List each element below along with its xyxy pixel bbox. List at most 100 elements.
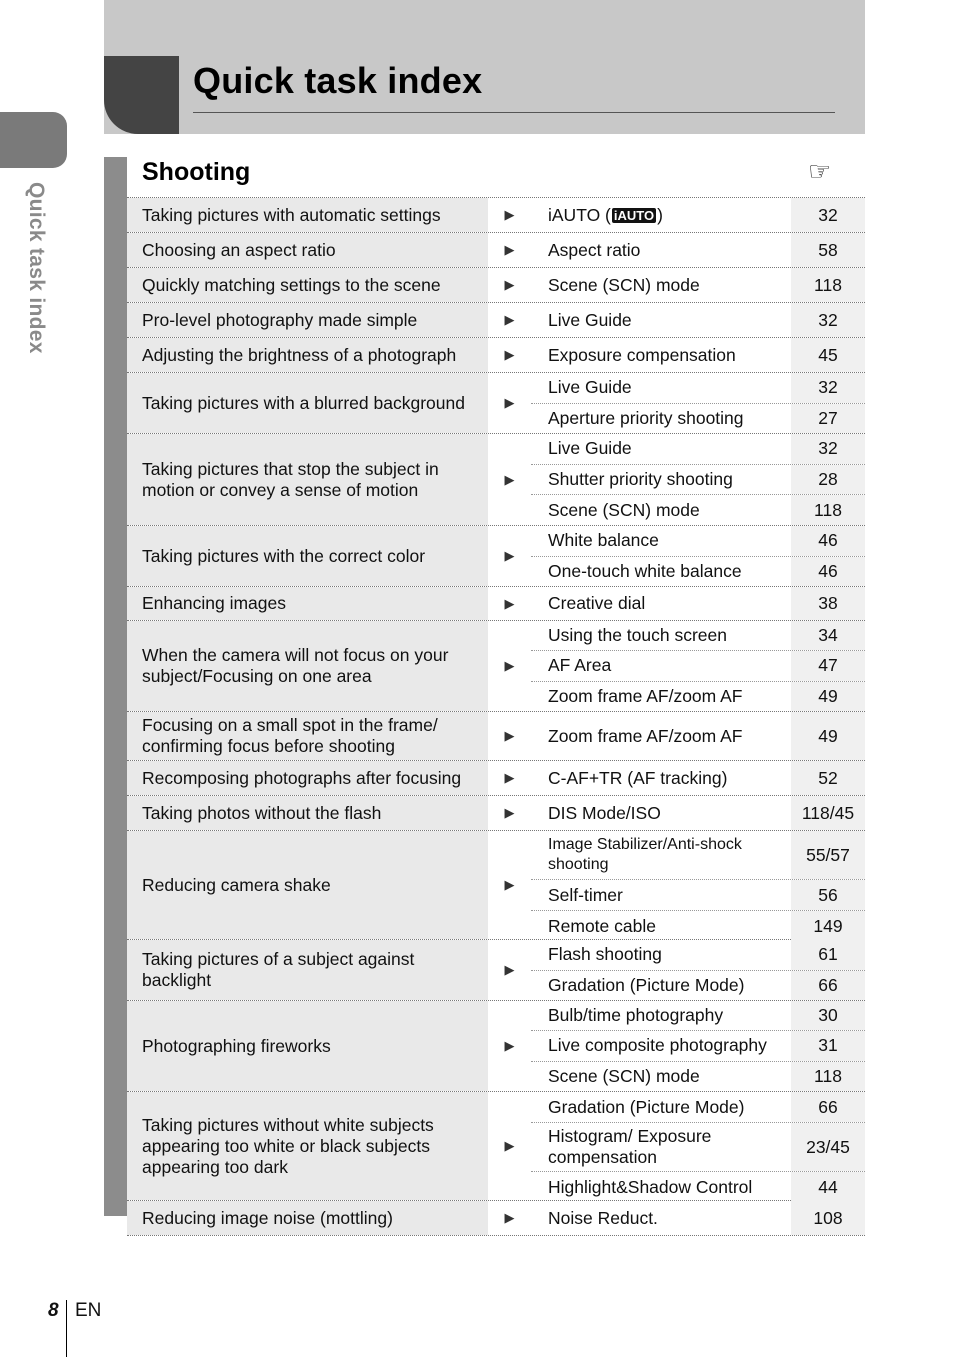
reference-item[interactable]: Flash shooting 61 [531, 940, 865, 970]
page-reference[interactable]: 49 [791, 712, 865, 760]
reference-list: Creative dial 38 [531, 587, 865, 620]
page-reference[interactable]: 46 [791, 526, 865, 556]
reference-list: Live Guide 32 Aperture priority shooting 27 [531, 373, 865, 433]
page-reference[interactable]: 118 [791, 1061, 865, 1091]
task-row: Adjusting the brightness of a photograph… [127, 337, 865, 372]
reference-item[interactable]: Noise Reduct. 108 [531, 1201, 865, 1235]
page-reference[interactable]: 55/57 [791, 831, 865, 879]
reference-text: Histogram/ Exposure compensation [548, 1126, 712, 1167]
reference-label: Scene (SCN) mode [531, 1062, 791, 1091]
page-reference[interactable]: 32 [791, 373, 865, 403]
page-reference[interactable]: 58 [791, 233, 865, 267]
reference-item[interactable]: Using the touch screen 34 [531, 621, 865, 651]
reference-text: One-touch white balance [548, 560, 742, 581]
page-reference[interactable]: 32 [791, 303, 865, 337]
task-description: Adjusting the brightness of a photograph [127, 338, 488, 372]
reference-label: DIS Mode/ISO [531, 796, 791, 830]
reference-list: Noise Reduct. 108 [531, 1201, 865, 1235]
task-description: Enhancing images [127, 587, 488, 620]
page-reference[interactable]: 38 [791, 587, 865, 620]
task-row: Taking pictures with the correct color ▶ W… [127, 525, 865, 586]
reference-item[interactable]: White balance 46 [531, 526, 865, 556]
page-reference[interactable]: 108 [791, 1201, 865, 1235]
reference-item[interactable]: Bulb/time photography 30 [531, 1001, 865, 1031]
page-reference[interactable]: 66 [791, 970, 865, 1000]
reference-label: Remote cable [531, 911, 791, 941]
reference-item[interactable]: Image Stabilizer/Anti-shock shooting 55/5… [531, 831, 865, 879]
task-row: Taking pictures that stop the subject in… [127, 433, 865, 526]
reference-item[interactable]: Exposure compensation 45 [531, 338, 865, 372]
reference-label: C-AF+TR (AF tracking) [531, 761, 791, 795]
reference-text: DIS Mode/ISO [548, 802, 661, 823]
page-number: 8 [48, 1300, 59, 1321]
reference-text: iAUTO ( [548, 204, 611, 225]
reference-item[interactable]: Scene (SCN) mode 118 [531, 268, 865, 302]
page-reference[interactable]: 45 [791, 338, 865, 372]
side-tab[interactable] [0, 112, 67, 168]
page-reference[interactable]: 118/45 [791, 796, 865, 830]
reference-item[interactable]: Zoom frame AF/zoom AF 49 [531, 680, 865, 711]
reference-item[interactable]: Live Guide 32 [531, 303, 865, 337]
reference-item[interactable]: Scene (SCN) mode 118 [531, 1060, 865, 1091]
reference-label: Image Stabilizer/Anti-shock shooting [531, 831, 791, 879]
reference-item[interactable]: Gradation (Picture Mode) 66 [531, 969, 865, 1000]
arrow-right-icon: ▶ [504, 471, 515, 487]
reference-item[interactable]: Live Guide 32 [531, 373, 865, 403]
reference-item[interactable]: Shutter priority shooting 28 [531, 463, 865, 495]
reference-item[interactable]: DIS Mode/ISO 118/45 [531, 796, 865, 830]
page-reference[interactable]: 149 [791, 911, 865, 941]
task-row: Taking photos without the flash ▶ DIS Mode… [127, 795, 865, 830]
reference-item[interactable]: C-AF+TR (AF tracking) 52 [531, 761, 865, 795]
page-reference[interactable]: 23/45 [791, 1123, 865, 1171]
reference-label: Zoom frame AF/zoom AF [531, 682, 791, 711]
page-reference[interactable]: 118 [791, 495, 865, 526]
page-reference[interactable]: 52 [791, 761, 865, 795]
reference-text: White balance [548, 530, 659, 551]
page-reference[interactable]: 56 [791, 880, 865, 910]
page-reference[interactable]: 27 [791, 403, 865, 433]
reference-item[interactable]: Gradation (Picture Mode) 66 [531, 1092, 865, 1122]
task-description: Pro-level photography made simple [127, 303, 488, 337]
page-reference[interactable]: 32 [791, 198, 865, 232]
reference-list: Live Guide 32 Shutter priority shooting 28 S… [531, 434, 865, 526]
page-reference[interactable]: 34 [791, 621, 865, 651]
reference-item[interactable]: Creative dial 38 [531, 587, 865, 620]
reference-item[interactable]: Highlight&Shadow Control 44 [531, 1171, 865, 1202]
page-reference[interactable]: 118 [791, 268, 865, 302]
page-reference[interactable]: 61 [791, 940, 865, 970]
reference-item[interactable]: Histogram/ Exposure compensation 23/45 [531, 1122, 865, 1171]
reference-label: Exposure compensation [531, 338, 791, 372]
page-reference[interactable]: 44 [791, 1172, 865, 1202]
page-reference[interactable]: 49 [791, 681, 865, 711]
arrow-right-icon: ▶ [504, 242, 515, 257]
reference-item[interactable]: AF Area 47 [531, 650, 865, 681]
page-reference[interactable]: 32 [791, 434, 865, 464]
reference-label: Live composite photography [531, 1031, 791, 1060]
task-row: Taking pictures of a subject against bac… [127, 939, 865, 1000]
reference-list: Flash shooting 61 Gradation (Picture Mode)… [531, 940, 865, 1000]
reference-item[interactable]: Self-timer 56 [531, 879, 865, 910]
reference-text: Shutter priority shooting [548, 469, 733, 489]
page-reference[interactable]: 47 [791, 651, 865, 681]
task-description: Taking photos without the flash [127, 796, 488, 830]
reference-text: AF Area [548, 655, 612, 676]
reference-item[interactable]: Live Guide 32 [531, 434, 865, 464]
page-reference[interactable]: 30 [791, 1001, 865, 1031]
reference-item[interactable]: Scene (SCN) mode 118 [531, 494, 865, 526]
page-reference[interactable]: 28 [791, 464, 865, 495]
reference-label: White balance [531, 526, 791, 556]
reference-item[interactable]: Aperture priority shooting 27 [531, 402, 865, 433]
reference-item[interactable]: Live composite photography 31 [531, 1030, 865, 1061]
page-reference[interactable]: 66 [791, 1092, 865, 1122]
reference-item[interactable]: Zoom frame AF/zoom AF 49 [531, 712, 865, 760]
reference-item[interactable]: iAUTO (iAUTO) 32 [531, 198, 865, 232]
reference-item[interactable]: Remote cable 149 [531, 910, 865, 941]
reference-item[interactable]: One-touch white balance 46 [531, 555, 865, 586]
reference-text: Scene (SCN) mode [548, 499, 700, 520]
reference-item[interactable]: Aspect ratio 58 [531, 233, 865, 267]
page-reference[interactable]: 31 [791, 1031, 865, 1061]
task-description: When the camera will not focus on your s… [127, 621, 488, 711]
task-description: Reducing camera shake [127, 831, 488, 939]
page-reference[interactable]: 46 [791, 556, 865, 586]
reference-text: Remote cable [548, 915, 656, 936]
